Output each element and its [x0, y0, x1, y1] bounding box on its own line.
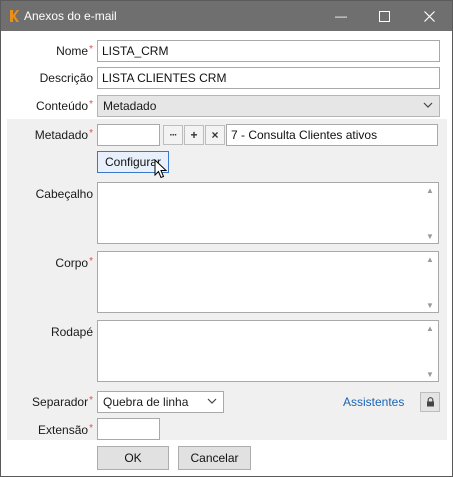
- conteudo-select[interactable]: Metadado: [97, 95, 440, 117]
- title-bar: Anexos do e-mail —: [1, 1, 452, 31]
- separador-select-value: Quebra de linha: [103, 395, 189, 409]
- app-logo-icon: [10, 10, 19, 22]
- corpo-textarea[interactable]: ▲ ▼: [97, 251, 439, 313]
- maximize-icon: [378, 10, 390, 22]
- conteudo-label: Conteúdo*: [36, 99, 93, 113]
- content-panel: Metadado* ··· + × 7 - Consulta Clientes …: [7, 119, 447, 440]
- minimize-icon: —: [335, 9, 347, 23]
- descricao-input[interactable]: LISTA CLIENTES CRM: [97, 67, 440, 89]
- metadado-code-input[interactable]: [97, 124, 160, 146]
- dialog-window: Anexos do e-mail — Nome* LISTA_CRM Descr…: [0, 0, 453, 477]
- scroll-up-icon[interactable]: ▲: [425, 255, 435, 264]
- plus-icon: +: [190, 128, 198, 142]
- scroll-down-icon[interactable]: ▼: [425, 232, 435, 241]
- chevron-down-icon: [423, 102, 433, 108]
- mouse-cursor-icon: [154, 159, 168, 179]
- separador-select[interactable]: Quebra de linha: [97, 391, 224, 413]
- nome-input[interactable]: LISTA_CRM: [97, 40, 440, 62]
- maximize-button[interactable]: [361, 1, 407, 31]
- assistentes-link[interactable]: Assistentes: [343, 395, 404, 409]
- close-button[interactable]: [406, 1, 452, 31]
- ok-button[interactable]: OK: [97, 446, 169, 470]
- lock-button[interactable]: [420, 392, 440, 412]
- metadado-description-field: 7 - Consulta Clientes ativos: [226, 124, 438, 146]
- cabecalho-label: Cabeçalho: [35, 187, 93, 201]
- lock-icon: [426, 397, 434, 407]
- remove-icon: ×: [211, 128, 219, 142]
- scroll-up-icon[interactable]: ▲: [425, 186, 435, 195]
- nome-label: Nome*: [56, 44, 93, 58]
- required-mark: *: [89, 395, 93, 406]
- required-mark: *: [89, 128, 93, 139]
- minimize-button[interactable]: —: [318, 1, 364, 31]
- metadado-search-button[interactable]: ···: [163, 125, 183, 145]
- descricao-label: Descrição: [39, 71, 93, 85]
- metadado-add-button[interactable]: +: [184, 125, 204, 145]
- rodape-label: Rodapé: [50, 325, 93, 339]
- metadado-label: Metadado*: [34, 128, 93, 142]
- separador-label: Separador*: [32, 395, 93, 409]
- cabecalho-textarea[interactable]: ▲ ▼: [97, 182, 439, 244]
- window-title: Anexos do e-mail: [24, 9, 117, 23]
- required-mark: *: [89, 423, 93, 434]
- corpo-label: Corpo*: [55, 256, 93, 270]
- required-mark: *: [89, 256, 93, 267]
- close-icon: [423, 10, 435, 22]
- required-mark: *: [89, 44, 93, 55]
- extensao-input[interactable]: [97, 418, 160, 440]
- metadado-remove-button[interactable]: ×: [205, 125, 225, 145]
- chevron-down-icon: [207, 398, 217, 404]
- conteudo-select-value: Metadado: [103, 99, 157, 113]
- scroll-down-icon[interactable]: ▼: [425, 301, 435, 310]
- scroll-down-icon[interactable]: ▼: [425, 370, 435, 379]
- extensao-label: Extensão*: [38, 423, 93, 437]
- required-mark: *: [89, 99, 93, 110]
- ellipsis-icon: ···: [169, 129, 178, 141]
- scroll-up-icon[interactable]: ▲: [425, 324, 435, 333]
- cancel-button[interactable]: Cancelar: [178, 446, 251, 470]
- rodape-textarea[interactable]: ▲ ▼: [97, 320, 439, 382]
